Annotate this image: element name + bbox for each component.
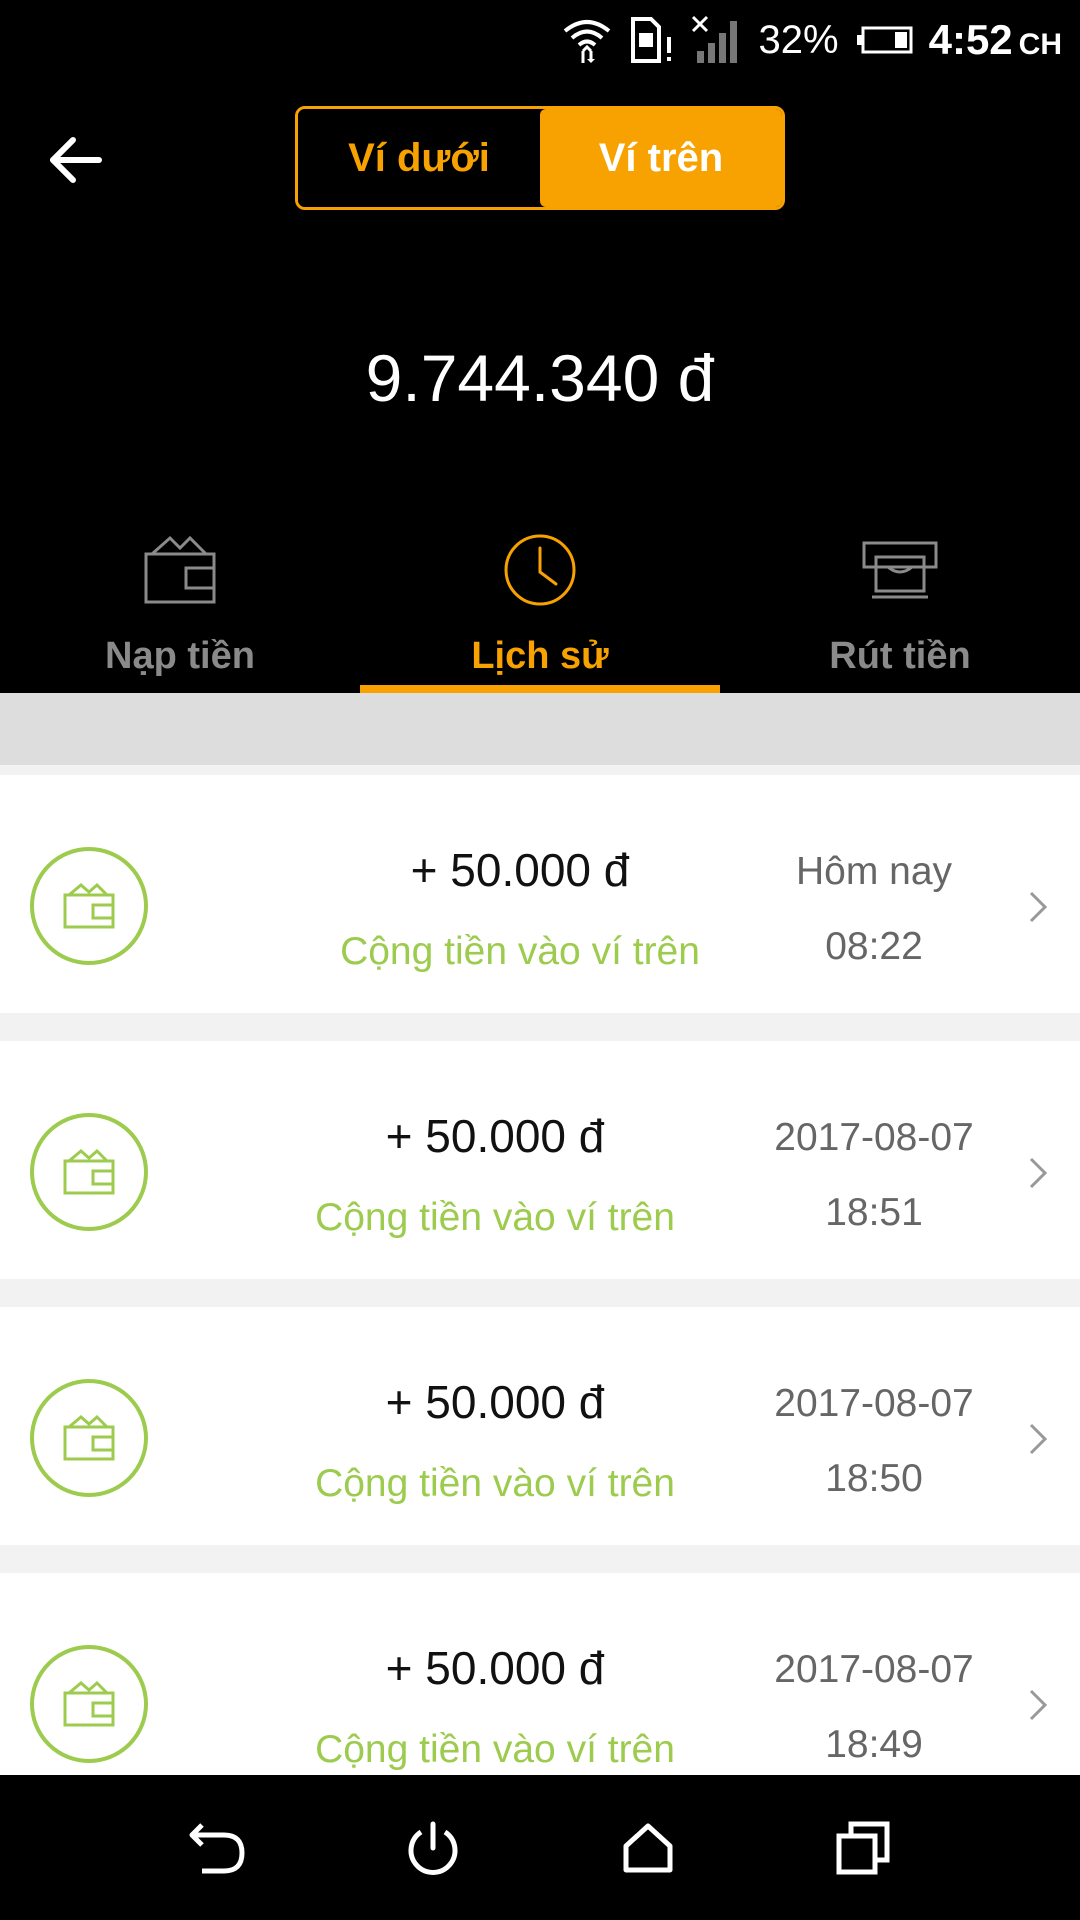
transaction-time: 18:50 <box>825 1457 923 1500</box>
transaction-row[interactable]: + 50.000 đ Cộng tiền vào ví trên Hôm nay… <box>0 775 1080 1013</box>
transaction-description: Cộng tiền vào ví trên <box>340 930 700 973</box>
tab-label-lich-su: Lịch sử <box>471 635 609 677</box>
transaction-date: 2017-08-07 <box>774 1382 974 1425</box>
recent-apps-icon <box>836 1821 889 1874</box>
arrow-left-icon <box>50 137 102 183</box>
clock-time: 4:52 <box>928 16 1013 63</box>
wallet-icon <box>135 525 225 615</box>
back-button[interactable] <box>40 125 110 195</box>
header: Ví dưới Ví trên <box>0 80 1080 240</box>
tab-nap-tien[interactable]: Nạp tiền <box>0 515 360 693</box>
clock-ampm: CH <box>1018 28 1062 61</box>
nav-recents-button[interactable] <box>818 1803 908 1893</box>
balance-amount: 9.744.340 đ <box>365 341 715 415</box>
transaction-date: 2017-08-07 <box>774 1648 974 1691</box>
nav-home-button[interactable] <box>603 1803 693 1893</box>
undo-arrow-icon <box>189 1822 245 1873</box>
status-bar: 32% 4:52 CH <box>0 0 1080 80</box>
wifi-icon <box>561 15 613 65</box>
transaction-amount: + 50.000 đ <box>385 1110 605 1162</box>
transaction-description: Cộng tiền vào ví trên <box>315 1196 675 1239</box>
sim-alert-icon <box>629 15 675 65</box>
wallet-circle-icon <box>30 1645 148 1763</box>
chevron-right-icon <box>1026 1153 1050 1193</box>
section-divider <box>0 693 1080 765</box>
transaction-date: Hôm nay <box>795 850 953 893</box>
chevron-right-icon <box>1026 1685 1050 1725</box>
clock-icon <box>495 525 585 615</box>
atm-icon <box>855 525 945 615</box>
segment-vi-duoi[interactable]: Ví dưới <box>298 109 540 207</box>
chevron-right-icon <box>1026 887 1050 927</box>
transaction-row[interactable]: + 50.000 đ Cộng tiền vào ví trên 2017-08… <box>0 1041 1080 1279</box>
tab-label-nap-tien: Nạp tiền <box>105 635 255 677</box>
transaction-list: + 50.000 đ Cộng tiền vào ví trên Hôm nay… <box>0 765 1080 1775</box>
transaction-amount: + 50.000 đ <box>410 844 630 896</box>
transaction-description: Cộng tiền vào ví trên <box>315 1728 675 1771</box>
tab-rut-tien[interactable]: Rút tiền <box>720 515 1080 693</box>
system-nav-bar <box>0 1775 1080 1920</box>
tab-label-rut-tien: Rút tiền <box>829 635 971 677</box>
power-icon <box>408 1821 457 1875</box>
screen: 32% 4:52CH Ví dưới Ví trên 9.744.340 đ <box>0 0 1080 1920</box>
wallet-circle-icon <box>30 1113 148 1231</box>
transaction-amount: + 50.000 đ <box>385 1642 605 1694</box>
battery-percent: 32% <box>758 17 839 62</box>
transaction-description: Cộng tiền vào ví trên <box>315 1462 675 1505</box>
status-clock: 4:52 CH <box>929 16 1062 64</box>
signal-no-service-icon <box>691 15 743 65</box>
tab-lich-su[interactable]: Lịch sử <box>360 515 720 693</box>
wallet-circle-icon <box>30 1379 148 1497</box>
nav-back-button[interactable] <box>173 1803 263 1893</box>
transaction-time: 18:51 <box>825 1191 923 1234</box>
wallet-circle-icon <box>30 847 148 965</box>
chevron-right-icon <box>1026 1419 1050 1459</box>
tab-bar: Nạp tiền Lịch sử Rút tiền <box>0 515 1080 693</box>
home-icon <box>623 1823 672 1872</box>
transaction-row[interactable]: + 50.000 đ Cộng tiền vào ví trên 2017-08… <box>0 1573 1080 1775</box>
battery-icon <box>855 25 913 55</box>
nav-power-button[interactable] <box>388 1803 478 1893</box>
transaction-row[interactable]: + 50.000 đ Cộng tiền vào ví trên 2017-08… <box>0 1307 1080 1545</box>
wallet-segment-control: Ví dưới Ví trên <box>295 106 785 210</box>
transaction-time: 08:22 <box>825 925 923 968</box>
transaction-amount: + 50.000 đ <box>385 1376 605 1428</box>
transaction-time: 18:49 <box>825 1723 923 1766</box>
segment-vi-tren[interactable]: Ví trên <box>540 109 782 207</box>
transaction-date: 2017-08-07 <box>774 1116 974 1159</box>
